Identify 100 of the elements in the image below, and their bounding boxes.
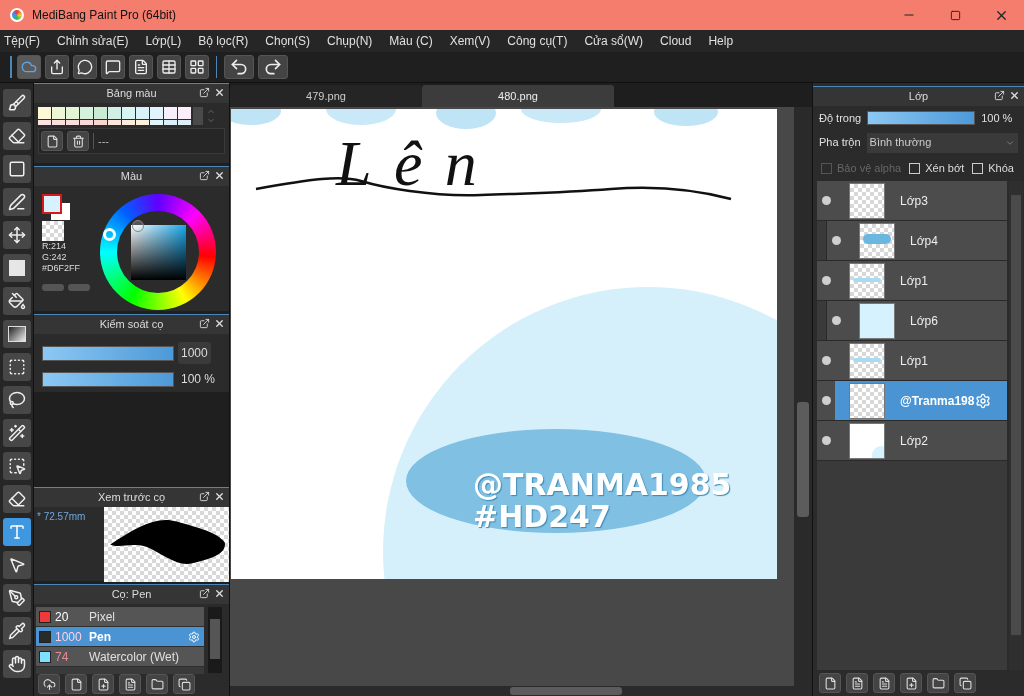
document-tab[interactable]: 479.png xyxy=(230,85,422,107)
popout-icon[interactable] xyxy=(994,90,1005,101)
layer-row[interactable]: Lớp4 xyxy=(817,221,1007,261)
opacity-slider[interactable] xyxy=(868,112,975,124)
layer-row[interactable]: Lớp6 xyxy=(817,301,1007,341)
popout-icon[interactable] xyxy=(199,318,210,329)
menu-item[interactable]: Cửa sổ(W) xyxy=(584,32,644,50)
tool-button[interactable] xyxy=(2,287,31,315)
gear-icon[interactable] xyxy=(975,392,992,409)
slider-fill[interactable] xyxy=(43,372,173,386)
palette-swatch[interactable] xyxy=(178,120,191,125)
menu-item[interactable]: Lớp(L) xyxy=(145,32,182,50)
menu-item[interactable]: Chụp(N) xyxy=(327,32,373,50)
tool-button[interactable] xyxy=(2,551,31,579)
new-8bit-layer-button[interactable] xyxy=(846,673,868,693)
tool-button[interactable] xyxy=(2,452,31,480)
popout-icon[interactable] xyxy=(199,170,210,181)
document-tab[interactable]: 480.png xyxy=(422,85,614,107)
color-mode-button[interactable] xyxy=(42,284,64,291)
tool-button[interactable] xyxy=(2,518,31,546)
palette-swatch[interactable] xyxy=(52,107,65,119)
new-palette-button[interactable] xyxy=(41,131,63,151)
toolbar-button[interactable] xyxy=(129,55,153,79)
slider-fill[interactable] xyxy=(43,346,173,360)
toolbar-button[interactable] xyxy=(73,55,97,79)
palette-scrollbar[interactable] xyxy=(193,107,203,125)
blend-mode-dropdown[interactable]: Bình thường xyxy=(866,132,1018,153)
palette-swatch[interactable] xyxy=(136,120,149,125)
toolbar-button[interactable] xyxy=(185,55,209,79)
close-icon[interactable] xyxy=(214,491,225,502)
palette-swatch[interactable] xyxy=(122,107,135,119)
close-icon[interactable] xyxy=(214,87,225,98)
upload-brush-button[interactable] xyxy=(38,674,60,694)
new-brush-button[interactable] xyxy=(65,674,87,694)
layer-row[interactable]: Lớp1 xyxy=(817,261,1007,301)
tool-button[interactable] xyxy=(2,254,31,282)
menu-item[interactable]: Công cụ(T) xyxy=(507,32,568,50)
tool-button[interactable] xyxy=(2,353,31,381)
palette-swatch[interactable] xyxy=(164,120,177,125)
popout-icon[interactable] xyxy=(199,491,210,502)
tool-button[interactable] xyxy=(2,89,31,117)
palette-swatch[interactable] xyxy=(94,120,107,125)
palette-swatch[interactable] xyxy=(164,107,177,119)
palette-swatch[interactable] xyxy=(38,107,51,119)
tool-button[interactable] xyxy=(2,650,31,678)
toolbar-button[interactable] xyxy=(101,55,125,79)
palette-swatch[interactable] xyxy=(108,120,121,125)
horizontal-scrollbar[interactable] xyxy=(230,686,812,696)
tool-button[interactable] xyxy=(2,188,31,216)
foreground-color-swatch[interactable] xyxy=(42,194,62,214)
menu-item[interactable]: Help xyxy=(708,32,734,50)
add-brush-button[interactable] xyxy=(92,674,114,694)
layer-row[interactable]: Lớp2 xyxy=(817,421,1007,461)
palette-swatch[interactable] xyxy=(66,120,79,125)
transparent-color-swatch[interactable] xyxy=(42,221,64,241)
layer-option-checkbox[interactable]: Khóa xyxy=(972,159,1014,177)
delete-palette-button[interactable] xyxy=(67,131,89,151)
menu-item[interactable]: Chỉnh sửa(E) xyxy=(57,32,129,50)
folder-button[interactable] xyxy=(146,674,168,694)
tool-button[interactable] xyxy=(2,221,31,249)
brush-script-button[interactable] xyxy=(119,674,141,694)
tool-button[interactable] xyxy=(2,584,31,612)
menu-item[interactable]: Xem(V) xyxy=(449,32,491,50)
menu-item[interactable]: Màu (C) xyxy=(389,32,433,50)
palette-swatch[interactable] xyxy=(136,107,149,119)
gear-icon[interactable] xyxy=(188,630,200,643)
tool-button[interactable] xyxy=(2,485,31,513)
popout-icon[interactable] xyxy=(199,87,210,98)
tool-button[interactable] xyxy=(2,155,31,183)
popout-icon[interactable] xyxy=(199,588,210,599)
new-1bit-layer-button[interactable] xyxy=(873,673,895,693)
palette-swatch[interactable] xyxy=(38,120,51,125)
palette-swatch[interactable] xyxy=(150,107,163,119)
folder-button[interactable] xyxy=(927,673,949,693)
layer-list-scrollbar[interactable] xyxy=(1009,181,1023,670)
layer-option-checkbox[interactable]: Xén bớt xyxy=(909,159,965,177)
close-icon[interactable] xyxy=(214,318,225,329)
palette-swatch[interactable] xyxy=(66,107,79,119)
add-layer-button[interactable] xyxy=(900,673,922,693)
palette-swatch[interactable] xyxy=(178,107,191,119)
close-icon[interactable] xyxy=(214,170,225,181)
tool-button[interactable] xyxy=(2,419,31,447)
brush-item[interactable]: 20 Pixel xyxy=(36,607,204,627)
tool-button[interactable] xyxy=(2,617,31,645)
menu-item[interactable]: Bộ lọc(R) xyxy=(198,32,249,50)
brush-item[interactable]: 74 Watercolor (Wet) xyxy=(36,647,204,667)
color-mode-button[interactable] xyxy=(68,284,90,291)
brush-list-scrollbar[interactable] xyxy=(208,607,222,673)
palette-swatch[interactable] xyxy=(94,107,107,119)
duplicate-button[interactable] xyxy=(173,674,195,694)
background-color-swatch[interactable] xyxy=(51,214,62,220)
tool-button[interactable] xyxy=(2,320,31,348)
palette-swatch[interactable] xyxy=(122,120,135,125)
palette-swatch[interactable] xyxy=(80,107,93,119)
tool-button[interactable] xyxy=(2,122,31,150)
toolbar-button[interactable] xyxy=(258,55,288,79)
toolbar-button[interactable] xyxy=(45,55,69,79)
menu-item[interactable]: Cloud xyxy=(660,32,692,50)
close-icon[interactable] xyxy=(214,588,225,599)
new-layer-button[interactable] xyxy=(819,673,841,693)
